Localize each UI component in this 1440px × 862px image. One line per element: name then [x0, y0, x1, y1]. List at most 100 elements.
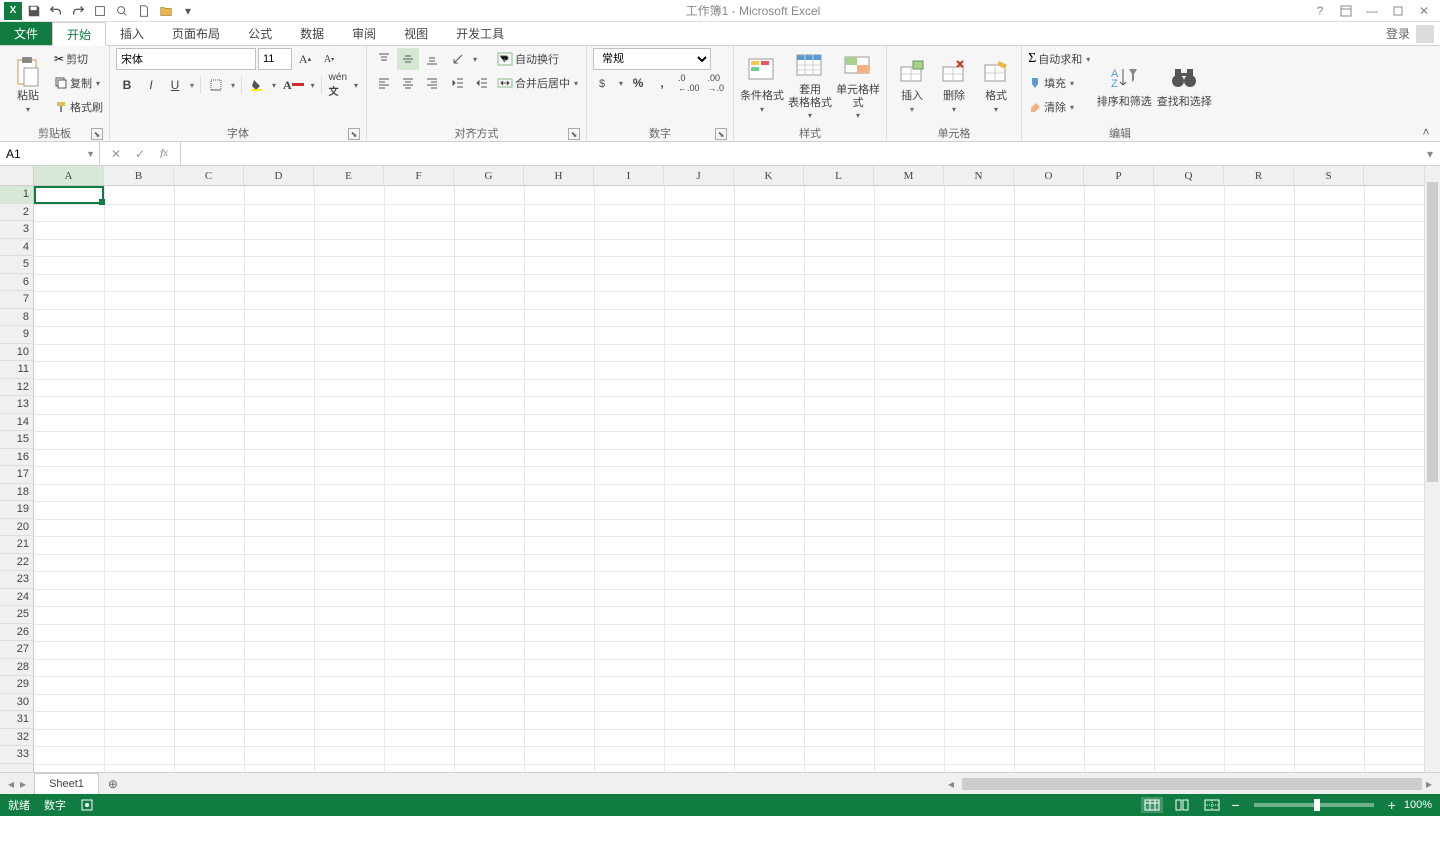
- column-header[interactable]: R: [1224, 166, 1294, 185]
- minimize-button[interactable]: —: [1360, 2, 1384, 20]
- enter-formula-button[interactable]: ✓: [130, 144, 150, 164]
- maximize-button[interactable]: [1386, 2, 1410, 20]
- row-header[interactable]: 5: [0, 256, 33, 274]
- autosum-button[interactable]: Σ自动求和▾: [1028, 48, 1092, 70]
- increase-indent-button[interactable]: [471, 72, 493, 94]
- row-header[interactable]: 33: [0, 746, 33, 764]
- row-header[interactable]: 1: [0, 186, 33, 204]
- find-select-button[interactable]: 查找和选择: [1156, 48, 1212, 122]
- phonetic-button[interactable]: wén文: [326, 74, 350, 96]
- row-header[interactable]: 32: [0, 729, 33, 747]
- tab-page-layout[interactable]: 页面布局: [158, 22, 234, 45]
- name-box[interactable]: ▼: [0, 142, 100, 165]
- column-header[interactable]: Q: [1154, 166, 1224, 185]
- login-link[interactable]: 登录: [1386, 25, 1410, 42]
- font-launcher[interactable]: ⬊: [348, 128, 360, 140]
- zoom-slider[interactable]: [1254, 803, 1374, 807]
- row-header[interactable]: 30: [0, 694, 33, 712]
- row-header[interactable]: 16: [0, 449, 33, 467]
- row-header[interactable]: 17: [0, 466, 33, 484]
- view-normal-button[interactable]: [1141, 797, 1163, 813]
- tab-formulas[interactable]: 公式: [234, 22, 286, 45]
- number-launcher[interactable]: ⬊: [715, 128, 727, 140]
- column-header[interactable]: B: [104, 166, 174, 185]
- clear-button[interactable]: 清除▾: [1028, 96, 1092, 118]
- decrease-indent-button[interactable]: [447, 72, 469, 94]
- cut-button[interactable]: ✂剪切: [54, 48, 103, 70]
- column-header[interactable]: K: [734, 166, 804, 185]
- column-header[interactable]: M: [874, 166, 944, 185]
- insert-function-button[interactable]: fx: [154, 144, 174, 164]
- add-sheet-button[interactable]: ⊕: [99, 773, 127, 794]
- column-header[interactable]: A: [34, 166, 104, 185]
- insert-cells-button[interactable]: 插入▾: [893, 48, 931, 122]
- name-box-input[interactable]: [6, 147, 76, 161]
- tab-home[interactable]: 开始: [52, 22, 106, 46]
- row-header[interactable]: 8: [0, 309, 33, 327]
- row-header[interactable]: 20: [0, 519, 33, 537]
- underline-button[interactable]: U: [164, 74, 186, 96]
- redo-button[interactable]: [68, 2, 88, 20]
- tab-insert[interactable]: 插入: [106, 22, 158, 45]
- zoom-slider-thumb[interactable]: [1314, 799, 1320, 811]
- column-header[interactable]: D: [244, 166, 314, 185]
- zoom-in-button[interactable]: +: [1388, 797, 1396, 813]
- fill-button[interactable]: 填充▾: [1028, 72, 1092, 94]
- vertical-scroll-thumb[interactable]: [1427, 182, 1438, 482]
- row-header[interactable]: 29: [0, 676, 33, 694]
- column-header[interactable]: I: [594, 166, 664, 185]
- zoom-out-button[interactable]: −: [1231, 797, 1239, 813]
- row-header[interactable]: 25: [0, 606, 33, 624]
- row-header[interactable]: 10: [0, 344, 33, 362]
- sheet-tab-active[interactable]: Sheet1: [34, 773, 99, 794]
- font-size-input[interactable]: [258, 48, 292, 70]
- tab-review[interactable]: 审阅: [338, 22, 390, 45]
- view-page-break-button[interactable]: [1201, 797, 1223, 813]
- row-header[interactable]: 2: [0, 204, 33, 222]
- border-button[interactable]: [205, 74, 227, 96]
- qat-customize-button[interactable]: ▾: [178, 2, 198, 20]
- column-header[interactable]: O: [1014, 166, 1084, 185]
- decrease-decimal-button[interactable]: .00→.0: [705, 72, 728, 94]
- row-header[interactable]: 18: [0, 484, 33, 502]
- row-header[interactable]: 11: [0, 361, 33, 379]
- view-page-layout-button[interactable]: [1171, 797, 1193, 813]
- align-left-button[interactable]: [373, 72, 395, 94]
- decrease-font-button[interactable]: A▾: [318, 48, 340, 70]
- clipboard-launcher[interactable]: ⬊: [91, 128, 103, 140]
- percent-button[interactable]: %: [627, 72, 649, 94]
- cell-styles-button[interactable]: 单元格样式▾: [836, 48, 880, 122]
- ribbon-options-button[interactable]: [1334, 2, 1358, 20]
- sort-filter-button[interactable]: AZ 排序和筛选: [1096, 48, 1152, 122]
- vertical-scrollbar[interactable]: [1424, 166, 1440, 772]
- conditional-format-button[interactable]: 条件格式▾: [740, 48, 784, 122]
- increase-font-button[interactable]: A▴: [294, 48, 316, 70]
- align-middle-button[interactable]: [397, 48, 419, 70]
- row-header[interactable]: 12: [0, 379, 33, 397]
- user-avatar-icon[interactable]: [1416, 25, 1434, 43]
- macro-record-icon[interactable]: [80, 798, 94, 812]
- row-header[interactable]: 24: [0, 589, 33, 607]
- row-header[interactable]: 6: [0, 274, 33, 292]
- tab-developer[interactable]: 开发工具: [442, 22, 518, 45]
- cancel-formula-button[interactable]: ✕: [106, 144, 126, 164]
- fill-color-button[interactable]: [246, 74, 268, 96]
- column-header[interactable]: J: [664, 166, 734, 185]
- row-header[interactable]: 3: [0, 221, 33, 239]
- row-header[interactable]: 28: [0, 659, 33, 677]
- hscroll-right[interactable]: ▸: [1422, 777, 1436, 791]
- increase-decimal-button[interactable]: .0←.00: [675, 72, 703, 94]
- copy-button[interactable]: 复制▾: [54, 72, 103, 94]
- collapse-ribbon-button[interactable]: ˄: [1418, 125, 1434, 139]
- column-header[interactable]: P: [1084, 166, 1154, 185]
- hscroll-left[interactable]: ◂: [944, 777, 958, 791]
- sheet-nav-prev[interactable]: ▸: [20, 777, 26, 791]
- column-header[interactable]: N: [944, 166, 1014, 185]
- merge-center-button[interactable]: 合并后居中▾: [497, 72, 580, 94]
- delete-cells-button[interactable]: 删除▾: [935, 48, 973, 122]
- formula-input[interactable]: [181, 142, 1420, 165]
- select-all-corner[interactable]: [0, 166, 34, 186]
- undo-button[interactable]: [46, 2, 66, 20]
- row-header[interactable]: 22: [0, 554, 33, 572]
- column-header[interactable]: C: [174, 166, 244, 185]
